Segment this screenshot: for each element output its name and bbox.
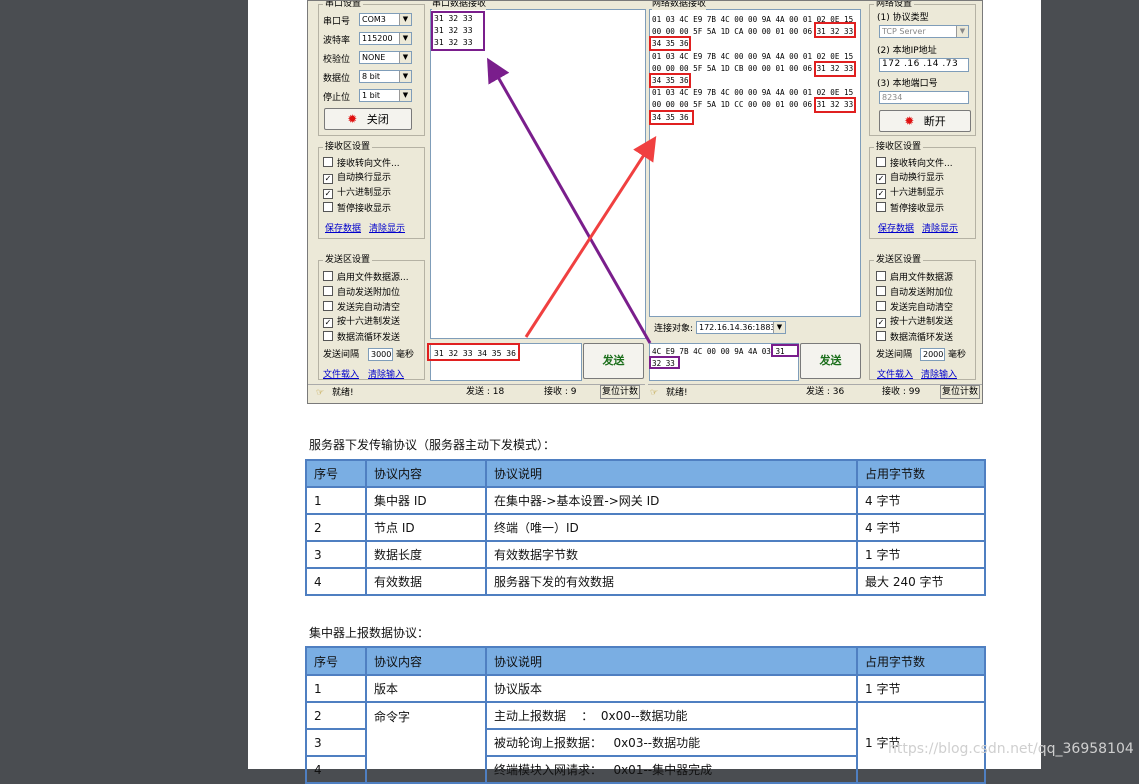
- cell: 1 字节: [856, 674, 986, 703]
- cell: 3: [305, 728, 367, 757]
- cell: 3: [305, 540, 367, 569]
- arrows-overlay: [487, 57, 657, 344]
- cell: 1 字节: [856, 540, 986, 569]
- cell: 命令字: [365, 701, 487, 784]
- purple-arrow: [487, 57, 652, 344]
- concentrator-report-table: 序号 协议内容 协议说明 占用字节数 1 版本 协议版本 1 字节 2 命令字 …: [305, 646, 986, 784]
- cell: 4 字节: [856, 513, 986, 542]
- header-cell: 协议说明: [485, 646, 858, 676]
- cell: 4: [305, 567, 367, 596]
- cell: 集中器 ID: [365, 486, 487, 515]
- table-header-row: 序号 协议内容 协议说明 占用字节数: [305, 459, 986, 488]
- cell: 最大 240 字节: [856, 567, 986, 596]
- cell: 数据长度: [365, 540, 487, 569]
- cell: 终端模块入网请求： 0x01--集中器完成: [485, 755, 858, 784]
- section2-title: 集中器上报数据协议：: [309, 626, 430, 640]
- cell: 4: [305, 755, 367, 784]
- serial-tcp-tool-screenshot: 串口设置 串口号 COM3 ▼ 波特率 115200 ▼ 校验位 NONE ▼ 数据位…: [307, 0, 983, 404]
- table-row: 2 节点 ID 终端（唯一）ID 4 字节: [305, 513, 986, 542]
- table-row: 2 命令字 主动上报数据 ： 0x00--数据功能 1 字节: [305, 701, 986, 784]
- cell: 服务器下发的有效数据: [485, 567, 858, 596]
- cell: 4 字节: [856, 486, 986, 515]
- header-cell: 序号: [305, 459, 367, 488]
- cell: 终端（唯一）ID: [485, 513, 858, 542]
- table-row: 3 数据长度 有效数据字节数 1 字节: [305, 540, 986, 569]
- header-cell: 占用字节数: [856, 646, 986, 676]
- net-recv-title: 网络数据接收: [652, 0, 707, 10]
- header-cell: 协议内容: [365, 459, 487, 488]
- cell: 1: [305, 674, 367, 703]
- table-header-row: 序号 协议内容 协议说明 占用字节数: [305, 646, 986, 676]
- red-arrow: [524, 135, 657, 338]
- header-cell: 协议说明: [485, 459, 858, 488]
- header-cell: 占用字节数: [856, 459, 986, 488]
- cell: 2: [305, 701, 367, 730]
- cell: 主动上报数据 ： 0x00--数据功能: [485, 701, 858, 730]
- cell: 协议版本: [485, 674, 858, 703]
- header-cell: 协议内容: [365, 646, 487, 676]
- table-row: 4 有效数据 服务器下发的有效数据 最大 240 字节: [305, 567, 986, 596]
- section1-title: 服务器下发传输协议（服务器主动下发模式）：: [309, 438, 556, 452]
- cell: 2: [305, 513, 367, 542]
- watermark: https://blog.csdn.net/qq_36958104: [888, 741, 1134, 757]
- serial-recv-title: 串口数据接收: [432, 0, 487, 10]
- cell: 1: [305, 486, 367, 515]
- cell: 在集中器->基本设置->网关 ID: [485, 486, 858, 515]
- server-downlink-table: 序号 协议内容 协议说明 占用字节数 1 集中器 ID 在集中器->基本设置->…: [305, 459, 986, 596]
- header-cell: 序号: [305, 646, 367, 676]
- cell: 有效数据字节数: [485, 540, 858, 569]
- table-row: 1 集中器 ID 在集中器->基本设置->网关 ID 4 字节: [305, 486, 986, 515]
- cell: 节点 ID: [365, 513, 487, 542]
- cell: 有效数据: [365, 567, 487, 596]
- cell: 版本: [365, 674, 487, 703]
- table-row: 1 版本 协议版本 1 字节: [305, 674, 986, 703]
- cell: 被动轮询上报数据： 0x03--数据功能: [485, 728, 858, 757]
